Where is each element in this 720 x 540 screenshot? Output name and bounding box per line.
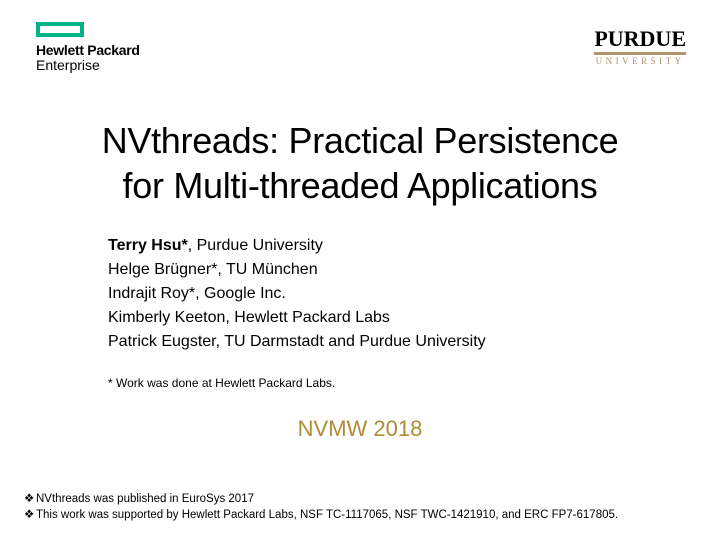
purdue-rule-icon [594, 52, 686, 55]
author-2: Helge Brügner*, TU München [108, 258, 486, 282]
hpe-text-line2: Enterprise [36, 58, 140, 73]
purdue-name: PURDUE [594, 28, 686, 50]
bullet-icon: ❖ [24, 491, 36, 508]
hpe-logo: Hewlett Packard Enterprise [36, 22, 140, 74]
hpe-text-line1: Hewlett Packard [36, 43, 140, 58]
bullet-icon: ❖ [24, 507, 36, 524]
purdue-subtitle: UNIVERSITY [594, 56, 686, 66]
title-line1: NVthreads: Practical Persistence [0, 118, 720, 163]
author-lead-name: Terry Hsu* [108, 237, 188, 254]
venue-label: NVMW 2018 [0, 416, 720, 442]
slide-title: NVthreads: Practical Persistence for Mul… [0, 118, 720, 208]
affiliation-note: * Work was done at Hewlett Packard Labs. [108, 376, 335, 390]
footnote-1: ❖NVthreads was published in EuroSys 2017 [24, 491, 706, 508]
purdue-logo: PURDUE UNIVERSITY [594, 28, 686, 66]
footnotes: ❖NVthreads was published in EuroSys 2017… [24, 491, 706, 524]
footnote-2: ❖This work was supported by Hewlett Pack… [24, 507, 706, 524]
author-4: Kimberly Keeton, Hewlett Packard Labs [108, 306, 486, 330]
author-3: Indrajit Roy*, Google Inc. [108, 282, 486, 306]
title-line2: for Multi-threaded Applications [0, 163, 720, 208]
author-lead: Terry Hsu*, Purdue University [108, 234, 486, 258]
hpe-bar-icon [36, 22, 84, 37]
author-list: Terry Hsu*, Purdue University Helge Brüg… [108, 234, 486, 354]
author-5: Patrick Eugster, TU Darmstadt and Purdue… [108, 330, 486, 354]
author-lead-affil: , Purdue University [188, 237, 323, 254]
